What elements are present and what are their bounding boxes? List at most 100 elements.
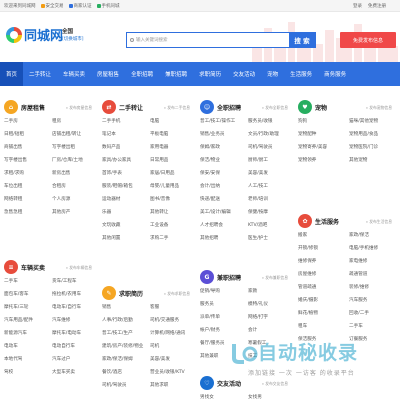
category-link[interactable]: 保洁/物业 — [200, 157, 244, 170]
category-link[interactable]: 汽车用品/配件 — [4, 317, 48, 330]
category-link[interactable]: 电动自行车 — [52, 343, 96, 356]
category-link[interactable]: 电脑/手机维修 — [349, 245, 396, 258]
category-link[interactable]: 医生/护士 — [248, 235, 292, 248]
category-link[interactable]: 网络转租 — [4, 196, 48, 209]
category-link[interactable]: 家用电器 — [150, 144, 194, 157]
category-link[interactable]: 促销/导购 — [200, 288, 244, 301]
category-link[interactable]: 狗狗 — [298, 118, 345, 131]
card-post-link[interactable]: » 发布房屋信息 — [66, 105, 92, 111]
post-free-button[interactable]: 免费发布信息 — [340, 32, 396, 48]
category-link[interactable]: 写字楼出租 — [52, 144, 96, 157]
category-link[interactable]: 其他转让 — [150, 209, 194, 222]
card-post-link[interactable]: » 发布生活信息 — [366, 219, 392, 225]
card-post-link[interactable]: » 发布二手信息 — [164, 105, 190, 111]
category-link[interactable]: 服务员/收银 — [248, 118, 292, 131]
category-link[interactable]: 美容/美发 — [150, 356, 194, 369]
category-link[interactable]: 其他闲置 — [102, 235, 146, 248]
category-link[interactable]: 销售 — [102, 304, 146, 317]
category-link[interactable]: 家电维修 — [349, 258, 396, 271]
category-link[interactable]: KTV/酒吧 — [248, 222, 292, 235]
category-link[interactable]: 大型车买卖 — [52, 369, 96, 382]
category-link[interactable]: 平板电脑 — [150, 131, 194, 144]
nav-parttime[interactable]: 兼职招聘 — [159, 62, 193, 86]
category-link[interactable]: 保健/按摩 — [248, 209, 292, 222]
category-link[interactable]: 合租房 — [52, 183, 96, 196]
category-link[interactable]: 房屋维修 — [298, 271, 345, 284]
category-link[interactable]: 汽车服务 — [349, 297, 396, 310]
category-link[interactable]: 司机/交通服务 — [150, 317, 194, 330]
category-link[interactable]: 宠物医院/门诊 — [349, 144, 396, 157]
category-link[interactable]: 客服 — [150, 304, 194, 317]
category-link[interactable]: 家教 — [248, 288, 292, 301]
category-link[interactable]: 租车 — [298, 323, 345, 336]
nav-life[interactable]: 生活服务 — [284, 62, 318, 86]
card-title[interactable]: 宠物 — [315, 103, 327, 112]
merchant-cert-link[interactable]: 商家认证 — [68, 3, 92, 9]
category-link[interactable]: 二手房 — [4, 118, 48, 131]
category-link[interactable]: 乐器 — [102, 209, 146, 222]
category-link[interactable]: 急售急租 — [4, 209, 48, 222]
category-link[interactable]: 人事/行政/后勤 — [102, 317, 146, 330]
category-link[interactable]: 回收/二手 — [349, 310, 396, 323]
category-link[interactable]: 新房出售 — [52, 170, 96, 183]
site-logo[interactable]: 同城网 — [6, 25, 63, 44]
category-link[interactable]: 新能源汽车 — [4, 330, 48, 343]
city-selector[interactable]: 全国 [切换城市] — [62, 27, 84, 42]
category-link[interactable]: 宠物领养 — [298, 157, 345, 170]
category-link[interactable]: 宠物用品/食品 — [349, 131, 396, 144]
category-link[interactable]: 驾校 — [4, 369, 48, 382]
category-link[interactable]: 服务员 — [200, 301, 244, 314]
category-link[interactable]: 租房 — [52, 118, 96, 131]
category-link[interactable]: 店铺出租/转让 — [52, 131, 96, 144]
category-link[interactable]: 司机/驾驶员 — [248, 144, 292, 157]
category-link[interactable]: 写字楼出售 — [4, 157, 48, 170]
category-link[interactable]: 婚庆/摄影 — [298, 297, 345, 310]
category-link[interactable]: 保安/安保 — [200, 170, 244, 183]
category-link[interactable]: 家居/日用品 — [150, 170, 194, 183]
nav-used[interactable]: 二手转让 — [23, 62, 57, 86]
category-link[interactable]: 建筑/房产/装修/物业 — [102, 343, 146, 356]
category-link[interactable]: 保姆/家政 — [200, 144, 244, 157]
card-title[interactable]: 车辆买卖 — [21, 263, 45, 272]
category-link[interactable]: 人工/技工 — [248, 183, 292, 196]
card-title[interactable]: 二手转让 — [119, 103, 143, 112]
category-link[interactable]: 管道疏通 — [298, 284, 345, 297]
category-link[interactable]: 二手车 — [349, 323, 396, 336]
category-link[interactable]: 搬家 — [298, 232, 345, 245]
category-link[interactable]: 计算机/网络/通讯 — [150, 330, 194, 343]
category-link[interactable]: 母婴/儿童用品 — [150, 183, 194, 196]
category-link[interactable]: 汽车过户 — [52, 356, 96, 369]
category-link[interactable]: 其他招聘 — [200, 235, 244, 248]
category-link[interactable]: 首饰/手表 — [102, 170, 146, 183]
nav-fulljob[interactable]: 全职招聘 — [125, 62, 159, 86]
category-link[interactable]: 文玩收藏 — [102, 222, 146, 235]
category-link[interactable]: 服装/鞋帽/箱包 — [102, 183, 146, 196]
category-link[interactable]: 猫咪/其他宠物 — [349, 118, 396, 131]
category-link[interactable]: 老师/培训 — [248, 196, 292, 209]
category-link[interactable]: 厨师/厨工 — [248, 157, 292, 170]
category-link[interactable]: 求购二手 — [150, 235, 194, 248]
category-link[interactable]: 会计/出纳 — [200, 183, 244, 196]
card-post-link[interactable]: » 发布兼职信息 — [262, 275, 288, 281]
category-link[interactable]: 个人房源 — [52, 196, 96, 209]
card-title[interactable]: 生活服务 — [315, 217, 339, 226]
nav-house[interactable]: 房屋租售 — [91, 62, 125, 86]
category-link[interactable]: 日租/短租 — [4, 131, 48, 144]
category-link[interactable]: 人才招聘会 — [200, 222, 244, 235]
category-link[interactable]: 货车/工程车 — [52, 278, 96, 291]
card-title[interactable]: 求职简历 — [119, 289, 143, 298]
category-link[interactable]: 男找女 — [200, 394, 244, 400]
nav-cars[interactable]: 车辆买卖 — [57, 62, 91, 86]
category-link[interactable]: 普工/技工/操作工 — [200, 118, 244, 131]
category-link[interactable]: 笔记本 — [102, 131, 146, 144]
category-link[interactable]: 销售/业务员 — [200, 131, 244, 144]
category-link[interactable]: 开锁/修锁 — [298, 245, 345, 258]
category-link[interactable]: 营业员/收银/KTV — [150, 369, 194, 382]
category-link[interactable]: 拖拉机/农用车 — [52, 291, 96, 304]
category-link[interactable]: 装修/维修 — [349, 284, 396, 297]
register-link[interactable]: 免费注册 — [368, 3, 386, 9]
category-link[interactable]: 二手手机 — [102, 118, 146, 131]
category-link[interactable]: 普工/技工/生产 — [102, 330, 146, 343]
category-link[interactable]: 电动车 — [4, 343, 48, 356]
card-post-link[interactable]: » 发布车辆信息 — [66, 265, 92, 271]
